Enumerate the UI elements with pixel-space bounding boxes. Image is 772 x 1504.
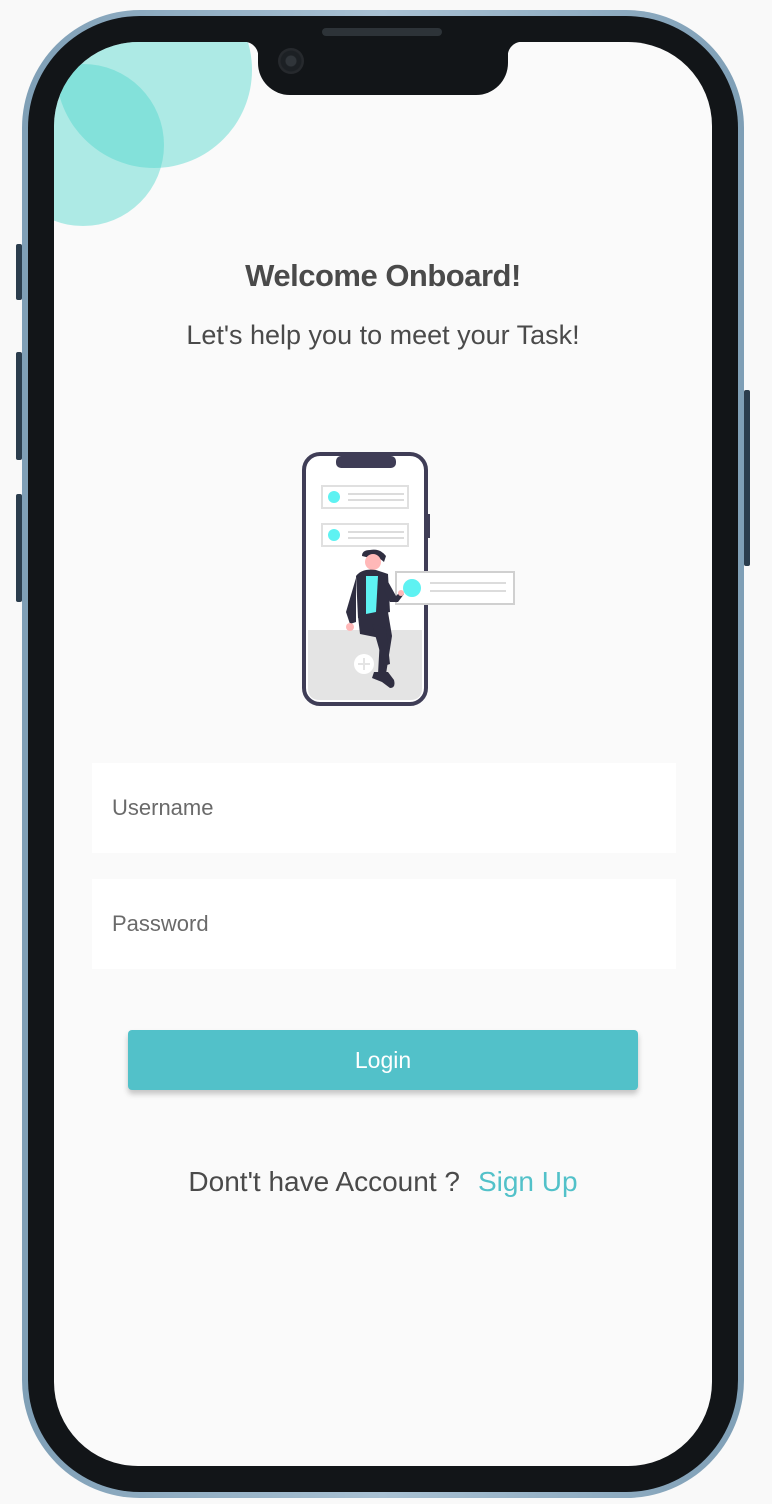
camera-icon: [278, 48, 304, 74]
volume-down-button: [16, 494, 22, 602]
onboarding-illustration: [302, 452, 515, 706]
mute-switch: [16, 244, 22, 300]
signup-row: Dont't have Account ? Sign Up: [54, 1166, 712, 1198]
phone-frame: Welcome Onboard! Let's help you to meet …: [16, 10, 750, 1498]
welcome-title: Welcome Onboard!: [245, 258, 521, 293]
speaker-grille: [322, 28, 442, 36]
login-button[interactable]: Login: [128, 1030, 638, 1090]
power-button: [744, 390, 750, 566]
signup-prompt: Dont't have Account ?: [188, 1166, 460, 1197]
app-screen: Welcome Onboard! Let's help you to meet …: [54, 42, 712, 1466]
welcome-subtitle: Let's help you to meet your Task!: [186, 320, 580, 350]
password-input[interactable]: [92, 879, 676, 969]
volume-up-button: [16, 352, 22, 460]
signup-link[interactable]: Sign Up: [478, 1166, 578, 1197]
username-input[interactable]: [92, 763, 676, 853]
